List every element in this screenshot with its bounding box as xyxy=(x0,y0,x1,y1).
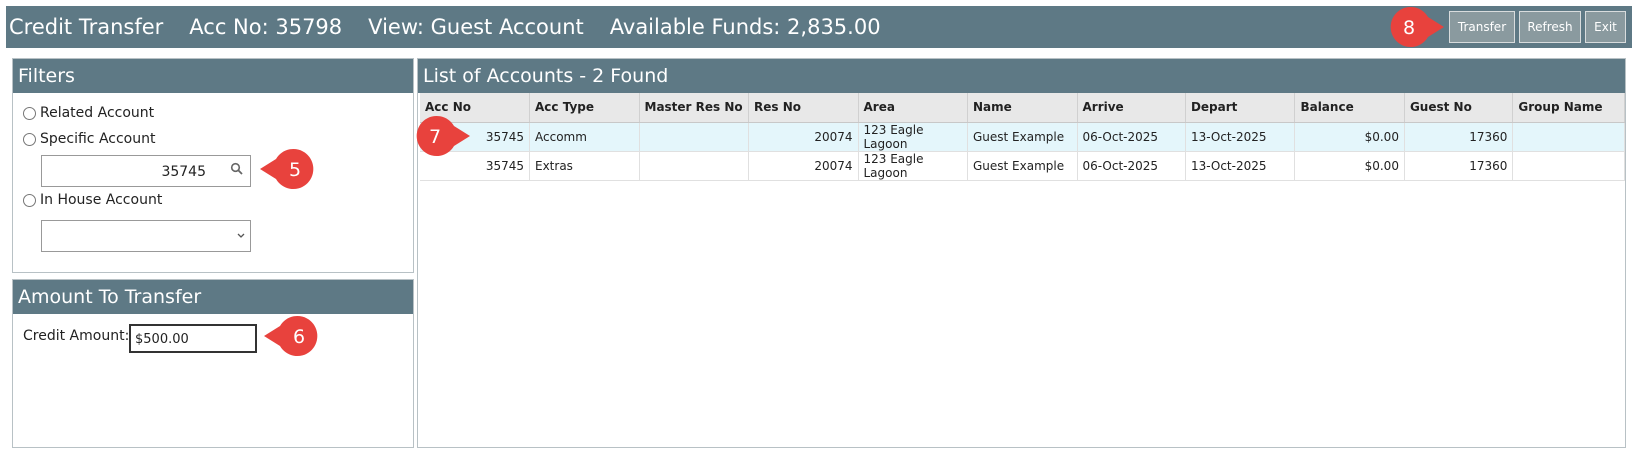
related-account-label: Related Account xyxy=(40,105,155,121)
callout-8: 8 xyxy=(1390,6,1444,47)
specific-account-option[interactable]: Specific Account xyxy=(23,131,155,147)
in-house-account-option[interactable]: In House Account xyxy=(23,192,162,208)
cell-group-name xyxy=(1512,122,1625,152)
accounts-table: Acc No Acc Type Master Res No Res No Are… xyxy=(420,93,1625,181)
col-group-name[interactable]: Group Name xyxy=(1512,93,1625,123)
related-account-option[interactable]: Related Account xyxy=(23,105,154,121)
col-master-res-no[interactable]: Master Res No xyxy=(639,93,749,123)
col-area[interactable]: Area xyxy=(858,93,968,123)
table-row[interactable]: 35745 Extras 20074 123 Eagle Lagoon Gues… xyxy=(420,151,1625,181)
cell-acc-type: Extras xyxy=(529,151,640,181)
col-guest-no[interactable]: Guest No xyxy=(1404,93,1514,123)
callout-5: 5 xyxy=(260,149,314,189)
col-balance[interactable]: Balance xyxy=(1294,93,1405,123)
table-header-row: Acc No Acc Type Master Res No Res No Are… xyxy=(420,93,1625,123)
filters-heading: Filters xyxy=(13,59,413,93)
amount-heading: Amount To Transfer xyxy=(13,280,413,314)
available-funds: Available Funds: 2,835.00 xyxy=(609,15,881,39)
credit-amount-input[interactable]: $500.00 xyxy=(129,324,257,353)
cell-depart: 13-Oct-2025 xyxy=(1185,122,1296,152)
table-row[interactable]: 35745 Accomm 20074 123 Eagle Lagoon Gues… xyxy=(420,122,1625,152)
in-house-account-select[interactable] xyxy=(41,220,251,252)
col-res-no[interactable]: Res No xyxy=(748,93,859,123)
page-title: Credit Transfer xyxy=(9,15,164,39)
toolbar: Transfer Refresh Exit xyxy=(1449,11,1626,43)
cell-depart: 13-Oct-2025 xyxy=(1185,151,1296,181)
refresh-button[interactable]: Refresh xyxy=(1519,11,1581,43)
cell-arrive: 06-Oct-2025 xyxy=(1077,122,1186,152)
accounts-heading: List of Accounts - 2 Found xyxy=(418,59,1625,93)
cell-area: 123 Eagle Lagoon xyxy=(858,122,968,152)
exit-button[interactable]: Exit xyxy=(1585,11,1626,43)
cell-balance: $0.00 xyxy=(1294,151,1405,181)
account-view: View: Guest Account xyxy=(368,15,584,39)
specific-account-radio[interactable] xyxy=(23,132,36,146)
col-arrive[interactable]: Arrive xyxy=(1077,93,1186,123)
callout-6: 6 xyxy=(264,316,318,356)
col-acc-type[interactable]: Acc Type xyxy=(529,93,640,123)
cell-guest-no: 17360 xyxy=(1404,122,1514,152)
credit-amount-label: Credit Amount: xyxy=(23,328,130,344)
account-number: Acc No: 35798 xyxy=(189,15,343,39)
filters-panel: Filters Related Account Specific Account… xyxy=(12,58,414,273)
callout-5-label: 5 xyxy=(289,159,301,181)
cell-arrive: 06-Oct-2025 xyxy=(1077,151,1186,181)
cell-group-name xyxy=(1512,151,1625,181)
credit-transfer-window: Credit Transfer Acc No: 35798 View: Gues… xyxy=(0,0,1639,463)
chevron-down-icon xyxy=(237,233,245,238)
cell-master-res-no xyxy=(639,151,749,181)
callout-7: 7 xyxy=(416,116,470,156)
col-name[interactable]: Name xyxy=(967,93,1078,123)
callout-8-label: 8 xyxy=(1403,17,1415,39)
cell-balance: $0.00 xyxy=(1294,122,1405,152)
cell-area: 123 Eagle Lagoon xyxy=(858,151,968,181)
cell-res-no: 20074 xyxy=(748,122,859,152)
in-house-account-radio[interactable] xyxy=(23,193,36,207)
callout-6-label: 6 xyxy=(293,326,305,348)
specific-account-value: 35745 xyxy=(161,164,206,180)
callout-7-label: 7 xyxy=(429,126,441,148)
specific-account-label: Specific Account xyxy=(40,131,156,147)
in-house-account-label: In House Account xyxy=(40,192,163,208)
search-icon[interactable] xyxy=(230,162,244,176)
cell-master-res-no xyxy=(639,122,749,152)
cell-acc-type: Accomm xyxy=(529,122,640,152)
related-account-radio[interactable] xyxy=(23,106,36,120)
cell-res-no: 20074 xyxy=(748,151,859,181)
col-depart[interactable]: Depart xyxy=(1185,93,1296,123)
amount-panel: Amount To Transfer Credit Amount: $500.0… xyxy=(12,279,414,448)
cell-guest-no: 17360 xyxy=(1404,151,1514,181)
cell-name: Guest Example xyxy=(967,151,1078,181)
cell-name: Guest Example xyxy=(967,122,1078,152)
accounts-panel: List of Accounts - 2 Found Acc No Acc Ty… xyxy=(417,58,1626,448)
transfer-button[interactable]: Transfer xyxy=(1449,11,1515,43)
specific-account-input[interactable]: 35745 xyxy=(41,155,251,187)
